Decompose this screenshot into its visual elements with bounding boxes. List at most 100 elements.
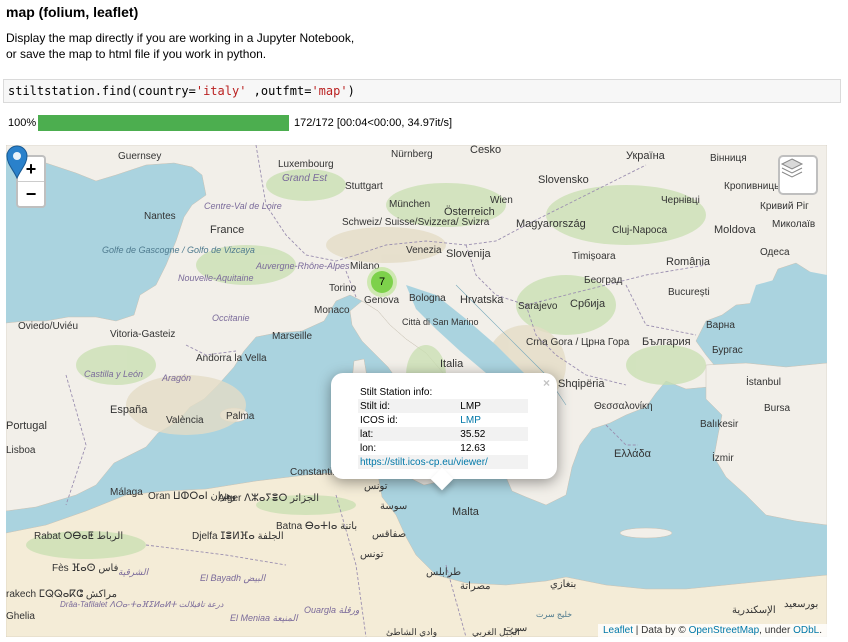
map-label: Balıkesir bbox=[700, 419, 739, 430]
viewer-link[interactable]: https://stilt.icos-cp.eu/viewer/ bbox=[360, 457, 488, 468]
code-suffix: ) bbox=[347, 84, 355, 98]
map-label: خليج سرت bbox=[536, 610, 572, 619]
map-label: Città di San Marino bbox=[402, 317, 479, 327]
map-label: تونس bbox=[364, 481, 388, 492]
map-marker-icon[interactable] bbox=[6, 145, 28, 179]
map-label: España bbox=[110, 404, 148, 416]
table-row: lon: 12.63 bbox=[358, 441, 528, 455]
attribution-text: . bbox=[819, 625, 822, 636]
marker-cluster[interactable]: 7 bbox=[367, 267, 397, 297]
map-label: Nantes bbox=[144, 211, 176, 222]
code-cell[interactable]: stiltstation.find(country='italy' ,outfm… bbox=[3, 79, 841, 103]
map-label: Golfe de Gascogne / Golfo de Vizcaya bbox=[102, 245, 255, 255]
map-label: Hrvatska bbox=[460, 294, 504, 306]
map-label: Schweiz/ Suisse/Svizzera/ Svizra bbox=[342, 217, 490, 228]
attribution-text: , under bbox=[759, 625, 794, 636]
map-label: Slovensko bbox=[538, 174, 589, 186]
map-label: rakech ⵎⵕⵕⴰⴽⵛ مراكش bbox=[6, 589, 117, 600]
map-label: Sarajevo bbox=[518, 301, 558, 312]
map-attribution: Leaflet | Data by © OpenStreetMap, under… bbox=[597, 624, 827, 637]
code-middle: ,outfmt= bbox=[246, 84, 312, 98]
station-popup: × Stilt Station info: Stilt id: LMP ICOS… bbox=[331, 373, 557, 491]
layers-icon bbox=[780, 158, 804, 178]
code-arg-country: 'italy' bbox=[195, 84, 247, 98]
popup-key: lon: bbox=[360, 442, 377, 454]
map-label: Aragón bbox=[161, 373, 191, 383]
map-label: سرت bbox=[504, 623, 527, 634]
map-label: Málaga bbox=[110, 487, 143, 498]
layers-control[interactable] bbox=[778, 155, 818, 195]
map-label: بورسعيد bbox=[784, 599, 818, 610]
section-heading: map (folium, leaflet) bbox=[6, 4, 139, 20]
table-row: lat: 35.52 bbox=[358, 427, 528, 441]
map-label: Vitoria-Gasteiz bbox=[110, 329, 175, 340]
map-label: München bbox=[389, 199, 430, 210]
map-label: صفاقس bbox=[372, 529, 406, 540]
map-label: Nouvelle-Aquitaine bbox=[178, 273, 254, 283]
description-line-1: Display the map directly if you are work… bbox=[6, 31, 355, 45]
popup-close-button[interactable]: × bbox=[543, 376, 550, 390]
aegean-sea bbox=[636, 407, 706, 515]
icos-id-link[interactable]: LMP bbox=[460, 415, 481, 426]
popup-info-table: Stilt id: LMP ICOS id: LMP lat: 35.52 lo… bbox=[358, 399, 528, 469]
map-label: Варна bbox=[706, 320, 735, 331]
code-prefix: stiltstation.find(country= bbox=[8, 84, 196, 98]
map-label: Alger ⴷⵣⴰⵢⴻⵔ الجزائر bbox=[218, 493, 319, 504]
map-label: România bbox=[666, 256, 711, 268]
map-label: بنغازي bbox=[550, 579, 576, 590]
table-row: ICOS id: LMP bbox=[358, 413, 528, 427]
map-label: سوسة bbox=[380, 501, 407, 512]
table-row: https://stilt.icos-cp.eu/viewer/ bbox=[358, 455, 528, 469]
description: Display the map directly if you are work… bbox=[6, 30, 354, 62]
map-label: تونس bbox=[360, 549, 384, 560]
map-label: Luxembourg bbox=[278, 159, 334, 170]
progress-stats: 172/172 [00:04<00:00, 34.97it/s] bbox=[294, 117, 453, 129]
osm-link[interactable]: OpenStreetMap bbox=[689, 625, 760, 636]
map-label: France bbox=[210, 224, 244, 236]
map-label: Миколаїв bbox=[772, 219, 815, 230]
map-label: България bbox=[642, 336, 691, 348]
popup-title: Stilt Station info: bbox=[360, 387, 433, 398]
map-label: İzmir bbox=[712, 451, 734, 464]
map-label: Wien bbox=[490, 195, 513, 206]
popup-key: ICOS id: bbox=[360, 414, 398, 426]
map-label: Nürnberg bbox=[391, 149, 433, 160]
map-label: Venezia bbox=[406, 245, 442, 256]
map-label: Castilla y León bbox=[84, 369, 143, 379]
leaflet-map[interactable]: Guernsey Luxembourg Nürnberg Česko Украї… bbox=[6, 145, 827, 637]
map-label: Бургас bbox=[712, 345, 743, 356]
map-label: وادي الشاطئ bbox=[386, 627, 437, 637]
map-label: Oviedo/Uviéu bbox=[18, 321, 78, 332]
zoom-out-button[interactable]: − bbox=[18, 181, 44, 206]
map-label: Lisboa bbox=[6, 445, 36, 456]
map-label: الشرقية bbox=[118, 567, 150, 578]
map-label: Bursa bbox=[764, 403, 791, 414]
map-label: Чернівці bbox=[661, 195, 700, 206]
map-label: طرابلس bbox=[426, 567, 461, 578]
map-label: Україна bbox=[626, 150, 666, 162]
popup-value: 12.63 bbox=[460, 442, 486, 454]
map-label: Београд bbox=[584, 275, 622, 286]
map-label: Magyarország bbox=[516, 218, 586, 230]
leaflet-link[interactable]: Leaflet bbox=[603, 625, 633, 636]
progress-bar bbox=[38, 115, 289, 131]
map-label: Occitanie bbox=[212, 313, 250, 323]
map-label: Italia bbox=[440, 358, 464, 370]
map-label: Auvergne-Rhône-Alpes bbox=[255, 261, 350, 271]
map-label: València bbox=[166, 415, 204, 426]
progress-bar-fill bbox=[38, 115, 289, 131]
attribution-text: | Data by © bbox=[633, 625, 689, 636]
map-label: București bbox=[668, 287, 710, 298]
crete bbox=[619, 527, 673, 539]
popup-value: LMP bbox=[458, 399, 528, 413]
map-label: Θεσσαλονίκη bbox=[594, 400, 653, 412]
map-label: Ouargla ورقلة bbox=[304, 605, 360, 616]
map-label: الإسكندرية bbox=[732, 605, 776, 616]
map-label: Portugal bbox=[6, 420, 47, 432]
map-label: Bologna bbox=[409, 293, 446, 304]
popup-key: lat: bbox=[358, 427, 459, 441]
map-label: Crna Gora / Црна Гора bbox=[526, 337, 630, 348]
map-label: Batna ⴱⴰⵜⵏⴰ باتنة bbox=[276, 521, 357, 532]
odbl-link[interactable]: ODbL bbox=[793, 625, 819, 636]
map-label: Кривий Ріг bbox=[760, 201, 809, 212]
